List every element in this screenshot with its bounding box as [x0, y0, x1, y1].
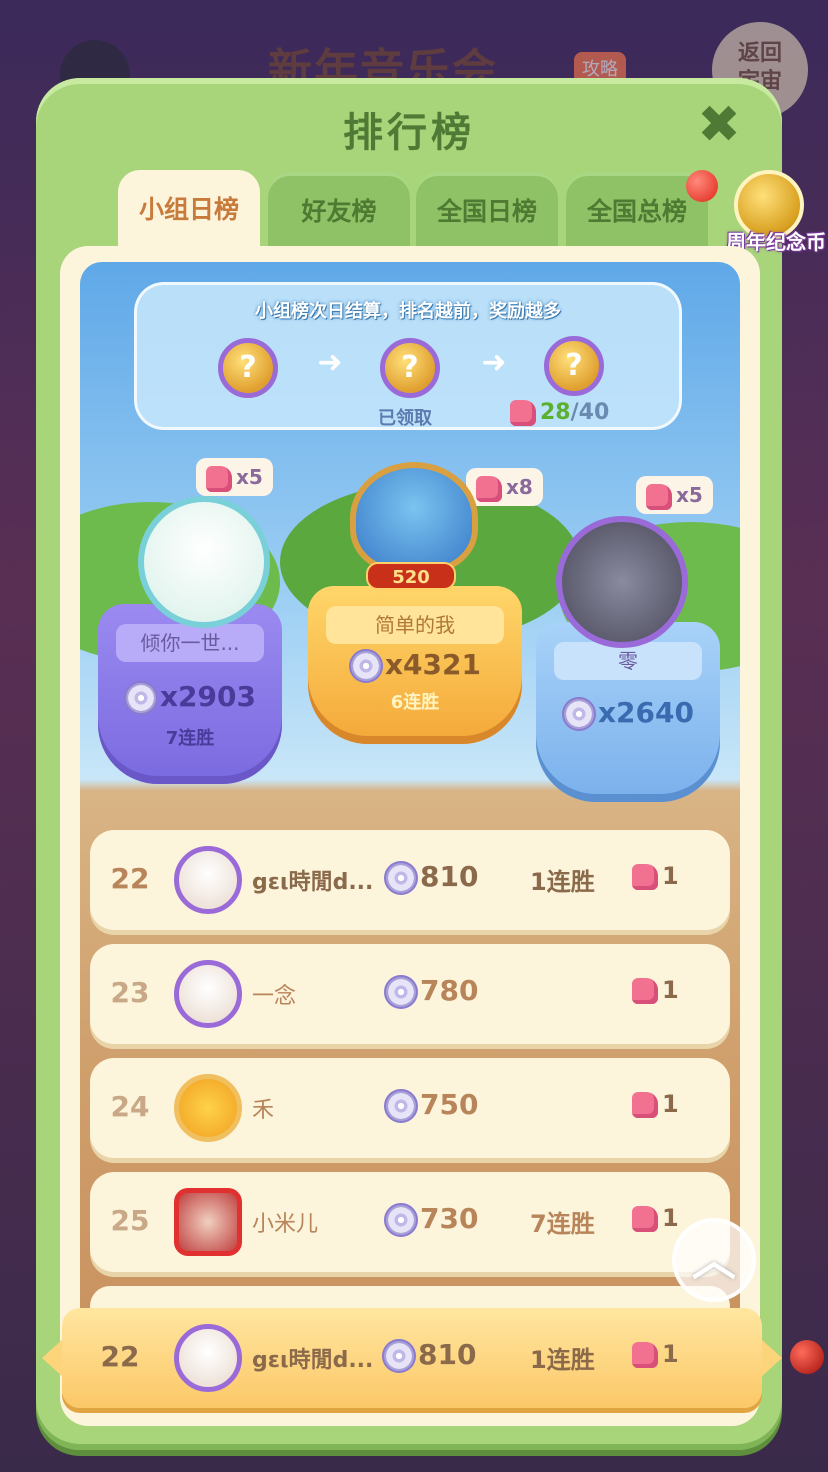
reward-chest-icon[interactable]: ?	[218, 338, 278, 398]
streak: 1连胜	[530, 1346, 595, 1374]
notification-dot	[790, 1340, 824, 1374]
disc-icon	[384, 975, 418, 1009]
disc-icon	[124, 681, 158, 715]
list-item[interactable]: 24 禾 750 1	[90, 1058, 730, 1158]
tab-bar: 小组日榜 好友榜 全国日榜 全国总榜	[80, 170, 730, 252]
puzzle-piece-icon	[646, 483, 672, 510]
avatar	[174, 1324, 242, 1392]
score: 750	[384, 1088, 478, 1123]
close-icon[interactable]: ✖	[694, 99, 744, 151]
podium-second: 倾你一世... x2903 7连胜	[98, 604, 282, 784]
score-badge: 520	[366, 562, 456, 590]
tab-friends[interactable]: 好友榜	[268, 172, 410, 252]
my-rank-row[interactable]: 22 gɛι時閒d... 810 1连胜 1	[62, 1308, 762, 1408]
avatar	[174, 960, 242, 1028]
avatar[interactable]	[138, 496, 270, 628]
podium-first: 简单的我 x4321 6连胜	[308, 586, 522, 744]
podium-name: 简单的我	[326, 606, 504, 644]
player-name: 小米儿	[252, 1212, 319, 1237]
disc-icon	[349, 649, 383, 683]
avatar	[174, 846, 242, 914]
puzzle-piece-icon	[510, 400, 536, 426]
podium-streak: 7连胜	[165, 728, 215, 749]
rank: 22	[110, 862, 150, 895]
avatar	[174, 1074, 242, 1142]
disc-icon	[384, 1089, 418, 1123]
arrow-right-icon: ➜	[481, 345, 507, 380]
streak: 7连胜	[530, 1210, 595, 1238]
reward-bubble: x5	[196, 458, 273, 496]
score: 780	[384, 974, 478, 1009]
podium-name: 倾你一世...	[116, 624, 264, 662]
podium-third: 零 x2640	[536, 622, 720, 802]
disc-icon	[384, 1203, 418, 1237]
player-name: gɛι時閒d...	[252, 1348, 374, 1373]
rank: 25	[110, 1204, 150, 1237]
list-item[interactable]: 25 小米儿 730 7连胜 1	[90, 1172, 730, 1272]
reward-chest-icon[interactable]: ?	[544, 336, 604, 396]
list-item[interactable]: 23 一念 780 1	[90, 944, 730, 1044]
puzzle-count: 1	[632, 1340, 679, 1368]
podium-score: x2640	[536, 696, 720, 731]
rank: 22	[100, 1340, 140, 1373]
claimed-label: 已领取	[378, 408, 432, 429]
anniversary-coin-button[interactable]: 周年纪念币	[724, 160, 828, 260]
podium-score: x2903	[98, 680, 282, 715]
arrow-right-decoration	[760, 1338, 782, 1378]
avatar[interactable]	[556, 516, 688, 648]
rank: 23	[110, 976, 150, 1009]
disc-icon	[384, 861, 418, 895]
avatar[interactable]	[350, 462, 478, 574]
avatar	[174, 1188, 242, 1256]
puzzle-count: 1	[632, 1204, 679, 1232]
list-item[interactable]: 22 gɛι時閒d... 810 1连胜 1	[90, 830, 730, 930]
progress-counter: 28/40	[510, 400, 609, 426]
disc-icon	[562, 697, 596, 731]
tab-group-daily[interactable]: 小组日榜	[118, 170, 260, 252]
score: 810	[382, 1338, 476, 1373]
arrow-left-decoration	[42, 1338, 64, 1378]
player-name: 禾	[252, 1098, 275, 1123]
reward-chest-icon[interactable]: ?	[380, 338, 440, 398]
puzzle-piece-icon	[632, 864, 658, 890]
puzzle-piece-icon	[476, 475, 502, 502]
puzzle-piece-icon	[632, 1206, 658, 1232]
puzzle-piece-icon	[632, 1342, 658, 1368]
score: 810	[384, 860, 478, 895]
puzzle-count: 1	[632, 1090, 679, 1118]
scroll-to-top-button[interactable]: ︿	[672, 1218, 756, 1302]
score: 730	[384, 1202, 478, 1237]
panel-title: 排行榜	[343, 110, 475, 156]
arrow-right-icon: ➜	[317, 345, 343, 380]
podium-score: x4321	[308, 648, 522, 683]
streak: 1连胜	[530, 868, 595, 896]
tab-national-daily[interactable]: 全国日榜	[416, 172, 558, 252]
rank: 24	[110, 1090, 150, 1123]
reward-bubble: x8	[466, 468, 543, 506]
notification-dot	[686, 170, 718, 202]
puzzle-piece-icon	[206, 465, 232, 492]
puzzle-count: 1	[632, 862, 679, 890]
podium-streak: 6连胜	[390, 692, 440, 713]
disc-icon	[382, 1339, 416, 1373]
banner-text: 小组榜次日结算，排名越前，奖励越多	[255, 301, 561, 322]
player-name: gɛι時閒d...	[252, 870, 374, 895]
puzzle-piece-icon	[632, 1092, 658, 1118]
reward-bubble: x5	[636, 476, 713, 514]
puzzle-piece-icon	[632, 978, 658, 1004]
puzzle-count: 1	[632, 976, 679, 1004]
player-name: 一念	[252, 984, 297, 1009]
